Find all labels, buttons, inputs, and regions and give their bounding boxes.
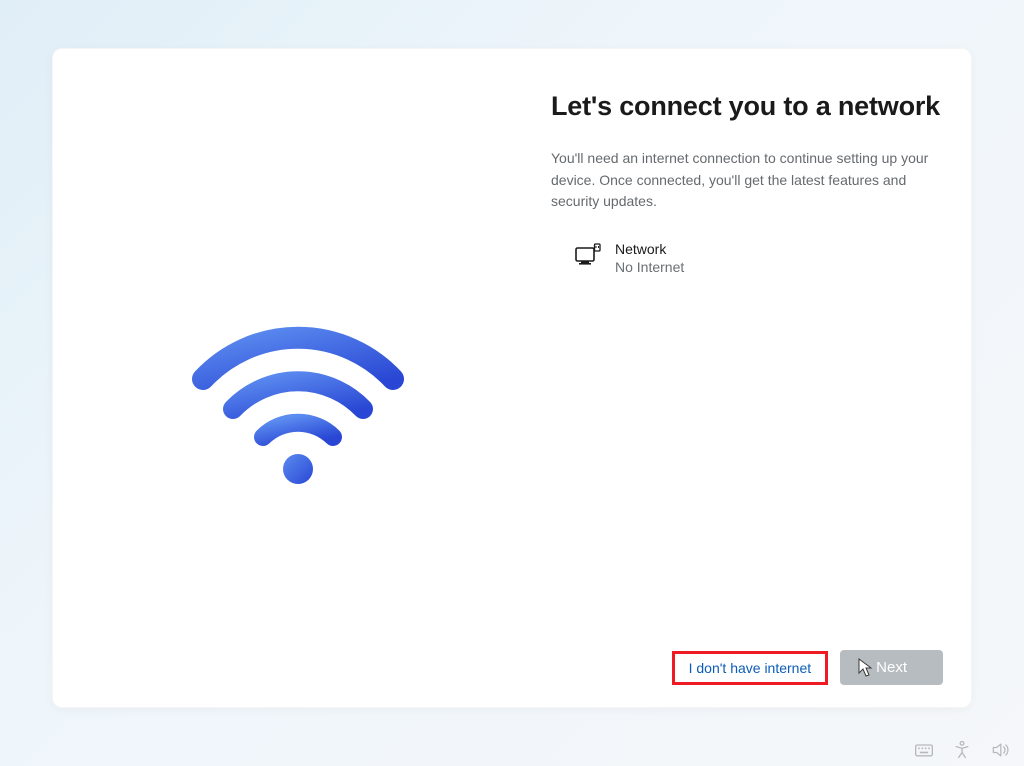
ethernet-icon (575, 243, 601, 269)
accessibility-icon[interactable] (952, 740, 972, 760)
setup-card: Let's connect you to a network You'll ne… (52, 48, 972, 708)
no-internet-button[interactable]: I don't have internet (672, 651, 829, 685)
volume-icon[interactable] (990, 740, 1010, 760)
button-row: I don't have internet Next (672, 650, 943, 685)
network-text: Network No Internet (615, 241, 684, 275)
cursor-icon (858, 658, 874, 678)
next-button-label: Next (876, 659, 907, 676)
taskbar-accessibility-tray (914, 740, 1010, 760)
content-area: Let's connect you to a network You'll ne… (551, 89, 941, 275)
network-item[interactable]: Network No Internet (551, 241, 941, 275)
page-title: Let's connect you to a network (551, 89, 941, 124)
page-description: You'll need an internet connection to co… (551, 148, 941, 213)
network-status: No Internet (615, 259, 684, 275)
next-button[interactable]: Next (840, 650, 943, 685)
network-name: Network (615, 241, 684, 257)
wifi-icon (183, 309, 413, 489)
keyboard-icon[interactable] (914, 740, 934, 760)
wifi-illustration (183, 309, 413, 509)
